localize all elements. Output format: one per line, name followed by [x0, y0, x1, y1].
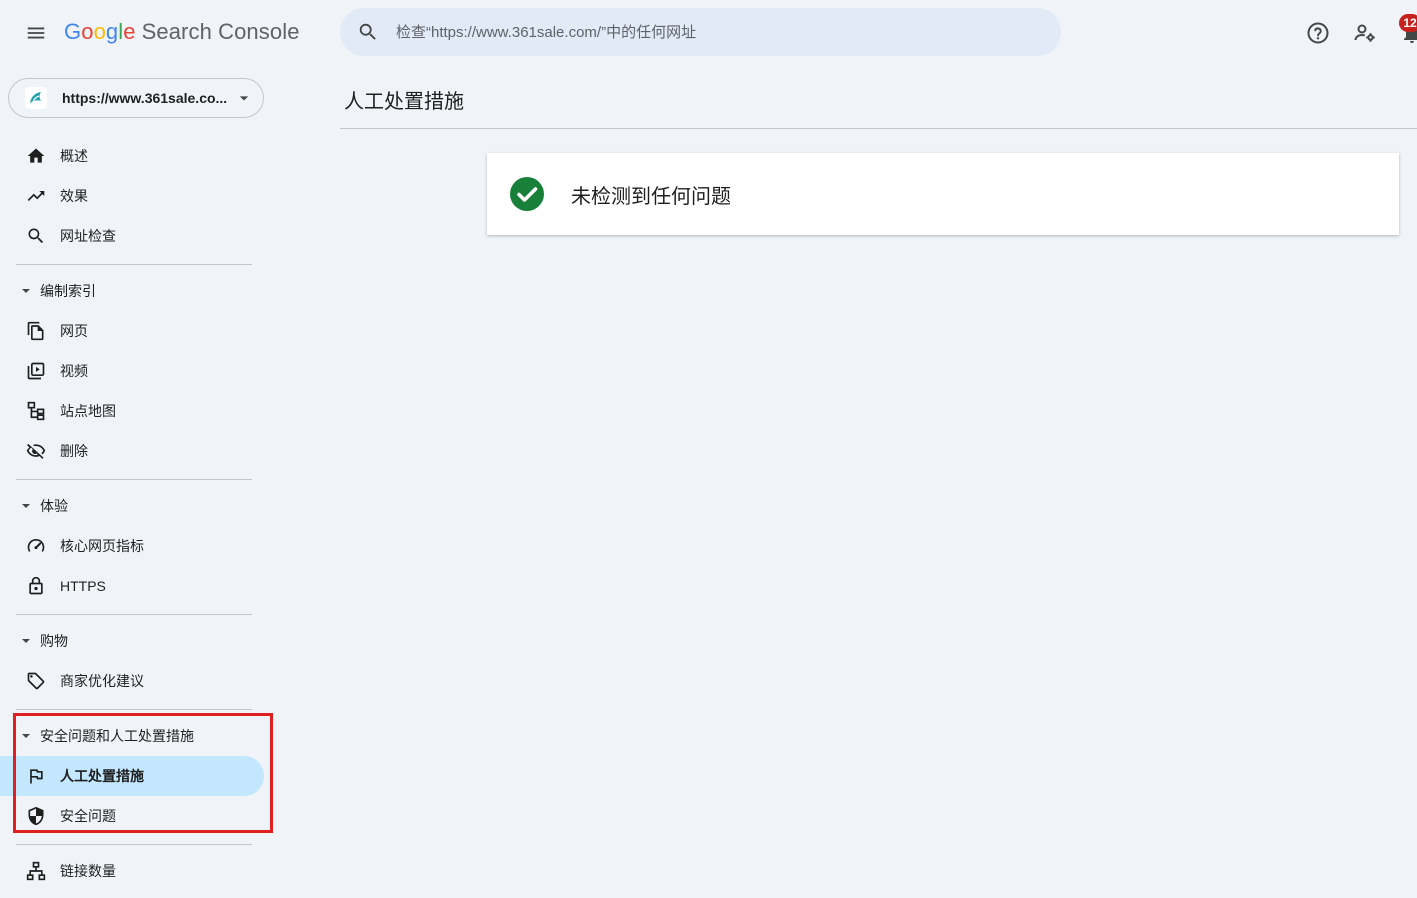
sidebar-divider [16, 844, 252, 845]
hamburger-menu-icon [27, 27, 45, 39]
section-title: 编制索引 [40, 283, 96, 299]
title-divider [340, 128, 1417, 129]
sidebar-item-label: 商家优化建议 [60, 673, 144, 689]
sidebar-item-removals[interactable]: 删除 [0, 431, 264, 471]
sidebar-divider [16, 264, 252, 265]
pages-icon [26, 321, 46, 341]
sidebar-item-security-issues[interactable]: 安全问题 [0, 796, 264, 836]
sidebar-item-url-inspection[interactable]: 网址检查 [0, 216, 264, 256]
section-security-manual-actions[interactable]: 安全问题和人工处置措施 [0, 716, 264, 756]
sidebar-item-videos[interactable]: 视频 [0, 351, 264, 391]
trending-up-icon [26, 186, 46, 206]
section-title: 安全问题和人工处置措施 [40, 728, 194, 744]
sidebar-item-label: 人工处置措施 [60, 768, 144, 784]
status-message: 未检测到任何问题 [571, 185, 731, 208]
collapse-arrow-icon [20, 730, 32, 742]
sidebar-item-label: 网址检查 [60, 228, 116, 244]
main-content: 人工处置措施 未检测到任何问题 [340, 66, 1417, 898]
sidebar-item-label: 网页 [60, 323, 88, 339]
sidebar-item-label: 概述 [60, 148, 88, 164]
sidebar-item-label: HTTPS [60, 578, 106, 594]
sidebar-item-merchant-opportunities[interactable]: 商家优化建议 [0, 661, 264, 701]
sidebar-item-overview[interactable]: 概述 [0, 136, 264, 176]
section-title: 购物 [40, 633, 68, 649]
product-name: Search Console [141, 19, 300, 44]
sidebar-divider [16, 614, 252, 615]
sidebar-item-manual-actions[interactable]: 人工处置措施 [0, 756, 264, 796]
site-favicon [25, 87, 47, 109]
speedometer-icon [26, 536, 46, 556]
account-settings-button[interactable] [1345, 13, 1385, 53]
section-title: 体验 [40, 498, 68, 514]
sidebar-item-label: 删除 [60, 443, 88, 459]
collapse-arrow-icon [20, 500, 32, 512]
shield-icon [26, 806, 46, 826]
collapse-arrow-icon [20, 285, 32, 297]
property-selector[interactable]: https://www.361sale.co... [8, 78, 264, 118]
video-icon [26, 361, 46, 381]
section-indexing[interactable]: 编制索引 [0, 271, 264, 311]
sidebar-item-label: 效果 [60, 188, 88, 204]
search-icon[interactable] [340, 8, 396, 56]
sidebar-item-pages[interactable]: 网页 [0, 311, 264, 351]
url-inspection-search[interactable] [340, 8, 1061, 56]
section-experience[interactable]: 体验 [0, 486, 264, 526]
collapse-arrow-icon [20, 635, 32, 647]
property-url: https://www.361sale.co... [62, 90, 228, 106]
sidebar-item-core-web-vitals[interactable]: 核心网页指标 [0, 526, 264, 566]
sidebar-item-label: 链接数量 [60, 863, 116, 879]
product-logo[interactable]: Google Search Console [64, 19, 300, 45]
sidebar-item-label: 核心网页指标 [60, 538, 144, 554]
manage-accounts-icon [1354, 24, 1375, 42]
links-icon [26, 861, 46, 881]
sidebar-item-performance[interactable]: 效果 [0, 176, 264, 216]
page-title: 人工处置措施 [344, 91, 464, 113]
flag-icon [26, 766, 46, 786]
removals-icon [26, 441, 46, 461]
check-circle-icon [510, 177, 544, 211]
lock-icon [26, 576, 46, 596]
sidebar-divider [16, 479, 252, 480]
search-input[interactable] [396, 23, 1061, 41]
help-button[interactable] [1298, 13, 1338, 53]
sidebar-item-links[interactable]: 链接数量 [0, 851, 264, 891]
status-card: 未检测到任何问题 [487, 153, 1399, 235]
sidebar-item-label: 视频 [60, 363, 88, 379]
sitemap-icon [26, 401, 46, 421]
top-app-bar: GoogleSearch Console 12 [0, 0, 1417, 66]
dropdown-arrow-icon [239, 96, 249, 101]
home-icon [26, 146, 46, 166]
notification-badge: 12 [1399, 14, 1417, 32]
sidebar-nav: https://www.361sale.co... 概述 效果 网址检查 编制索… [0, 66, 280, 898]
section-shopping[interactable]: 购物 [0, 621, 264, 661]
sidebar-item-sitemaps[interactable]: 站点地图 [0, 391, 264, 431]
sidebar-item-https[interactable]: HTTPS [0, 566, 264, 606]
sidebar-item-label: 安全问题 [60, 808, 116, 824]
sidebar-divider [16, 709, 252, 710]
sidebar-item-label: 站点地图 [60, 403, 116, 419]
help-icon [1307, 22, 1329, 44]
main-menu-button[interactable] [16, 13, 56, 53]
search-icon [26, 226, 46, 246]
tag-icon [26, 671, 46, 691]
